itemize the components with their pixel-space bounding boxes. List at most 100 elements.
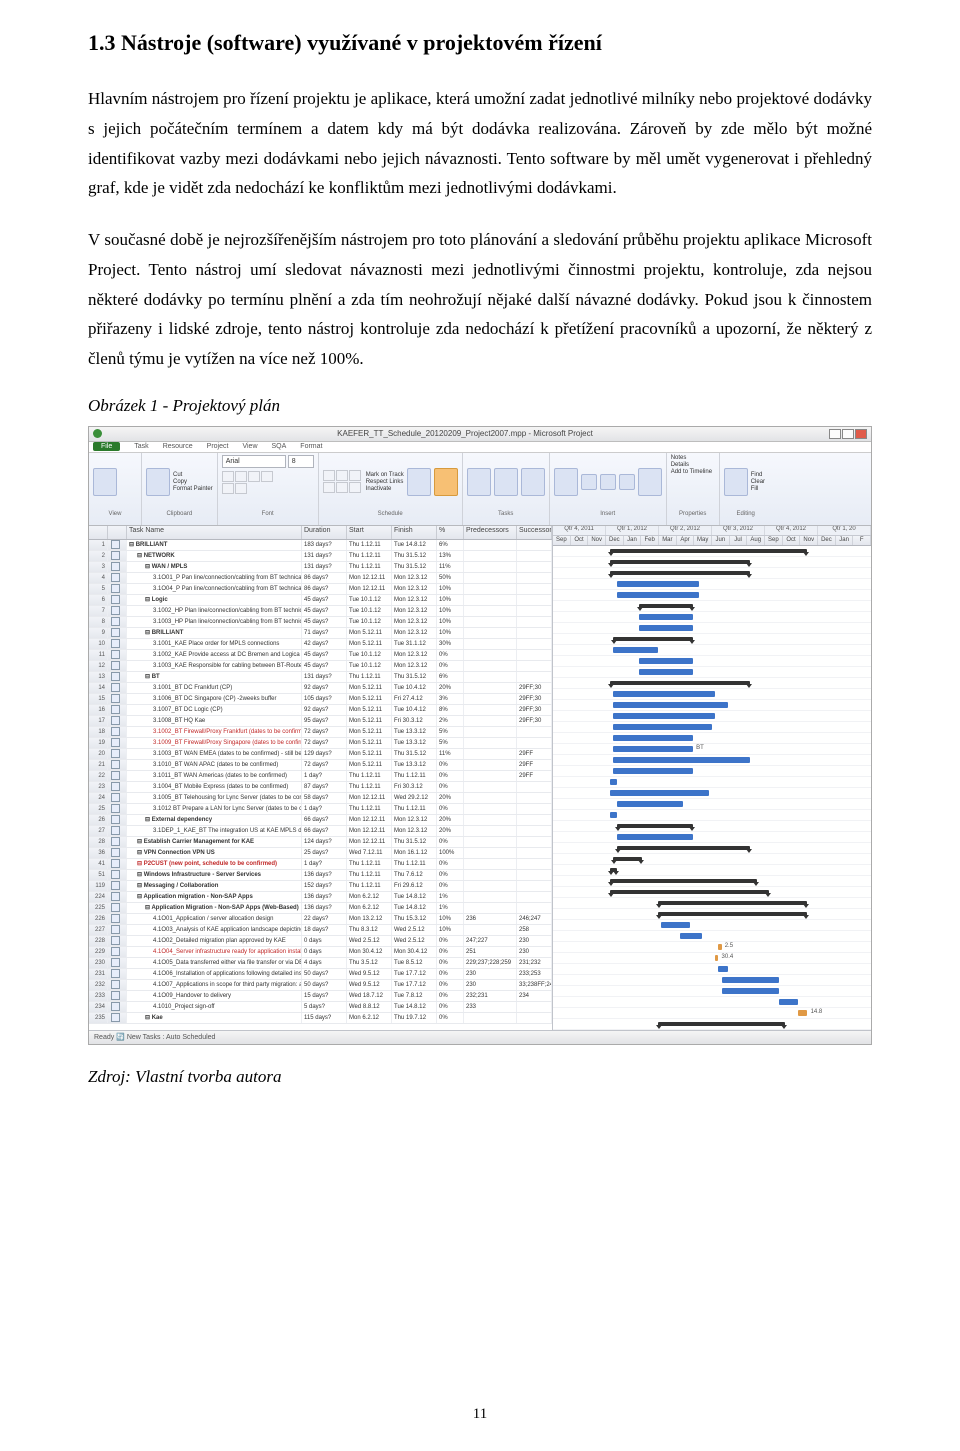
menu-view[interactable]: View [242,443,257,450]
menu-task[interactable]: Task [134,443,148,450]
table-row[interactable]: 2⊟ NETWORK131 days?Thu 1.12.11Thu 31.5.1… [89,551,552,562]
gantt-bar[interactable] [613,647,658,653]
table-row[interactable]: 2334.1O09_Handover to delivery15 days?We… [89,991,552,1002]
gantt-bar[interactable] [613,713,715,719]
gantt-bar[interactable] [610,812,616,818]
menu-project[interactable]: Project [207,443,229,450]
table-row[interactable]: 26⊟ External dependency66 days?Mon 12.12… [89,815,552,826]
table-row[interactable]: 193.1009_BT Firewall/Proxy Singapore (da… [89,738,552,749]
gantt-bar[interactable] [722,988,779,994]
gantt-bar[interactable] [610,790,709,796]
table-row[interactable]: 163.1007_BT DC Logic (CP)92 days?Mon 5.1… [89,705,552,716]
table-row[interactable]: 51⊟ Windows Infrastructure - Server Serv… [89,870,552,881]
table-row[interactable]: 224⊟ Application migration - Non-SAP App… [89,892,552,903]
gantt-bar[interactable] [610,571,750,575]
find-button[interactable]: Find [751,472,765,478]
table-row[interactable]: 203.1003_BT WAN EMEA (dates to be confir… [89,749,552,760]
gantt-bar[interactable] [639,625,693,631]
task-grid[interactable]: Task Name Duration Start Finish % Predec… [89,526,553,1030]
table-row[interactable]: 36⊟ VPN Connection VPN US25 days?Wed 7.1… [89,848,552,859]
gantt-bar[interactable] [715,955,718,961]
gantt-bar[interactable] [617,846,751,850]
inactivate-button[interactable]: Inactivate [366,486,404,492]
task-insert-icon[interactable] [554,468,578,496]
gantt-bar[interactable] [613,857,642,861]
table-row[interactable]: 43.1O01_P Pan line/connection/cabling fr… [89,573,552,584]
col-duration[interactable]: Duration [302,526,347,539]
copy-button[interactable]: Copy [173,479,213,485]
menu-file[interactable]: File [93,442,120,451]
table-row[interactable]: 6⊟ Logic45 days?Tue 10.1.12Mon 12.3.1210… [89,595,552,606]
gantt-bar[interactable] [613,724,712,730]
gantt-bar[interactable] [610,868,616,872]
table-row[interactable]: 13⊟ BT131 days?Thu 1.12.11Thu 31.5.126% [89,672,552,683]
table-row[interactable]: 223.1011_BT WAN Americas (dates to be co… [89,771,552,782]
table-row[interactable]: 123.1003_KAE Responsible for cabling bet… [89,661,552,672]
auto-schedule-icon[interactable] [434,468,458,496]
respect-links-button[interactable]: Respect Links [366,479,404,485]
gantt-bar[interactable] [718,944,721,950]
col-finish[interactable]: Finish [392,526,437,539]
table-row[interactable]: 3⊟ WAN / MPLS131 days?Thu 1.12.11Thu 31.… [89,562,552,573]
gantt-bar[interactable] [613,768,693,774]
gantt-bar[interactable] [610,890,769,894]
gantt-bar[interactable] [610,549,807,553]
table-row[interactable]: 2294.1O04_Server infrastructure ready fo… [89,947,552,958]
minimize-button[interactable] [829,429,841,439]
table-row[interactable]: 1⊟ BRILLIANT183 days?Thu 1.12.11Tue 14.8… [89,540,552,551]
menu-resource[interactable]: Resource [163,443,193,450]
col-task-name[interactable]: Task Name [127,526,302,539]
table-row[interactable]: 73.1002_HP Plan line/connection/cabling … [89,606,552,617]
gantt-bar[interactable] [613,735,693,741]
menu-format[interactable]: Format [300,443,322,450]
gantt-bar[interactable] [613,691,715,697]
summary-icon[interactable] [581,474,597,490]
font-size-dropdown[interactable]: 8 [288,455,314,468]
gantt-bar[interactable] [613,637,693,641]
mark-on-track-button[interactable]: Mark on Track [366,472,404,478]
gantt-bar[interactable] [613,702,727,708]
table-row[interactable]: 2274.1O03_Analysis of KAE application la… [89,925,552,936]
format-painter-button[interactable]: Format Painter [173,486,213,492]
table-row[interactable]: 9⊟ BRILLIANT71 days?Mon 5.12.11Mon 12.3.… [89,628,552,639]
gantt-bar[interactable] [610,779,616,785]
deliverable-icon[interactable] [619,474,635,490]
table-row[interactable]: 83.1003_HP Plan line/connection/cabling … [89,617,552,628]
gantt-bar[interactable] [722,977,779,983]
font-name-dropdown[interactable]: Arial [222,455,286,468]
gantt-bar[interactable] [610,879,756,883]
menu-sqa[interactable]: SQA [272,443,287,450]
gantt-bar[interactable] [658,912,807,916]
table-row[interactable]: 173.1008_BT HQ Kae95 days?Mon 5.12.11Fri… [89,716,552,727]
col-start[interactable]: Start [347,526,392,539]
table-row[interactable]: 2304.1O05_Data transferred either via fi… [89,958,552,969]
milestone-icon[interactable] [600,474,616,490]
information-icon[interactable] [638,468,662,496]
gantt-bar[interactable] [680,933,702,939]
cut-button[interactable]: Cut [173,472,213,478]
gantt-bar[interactable] [613,757,750,763]
font-style-buttons[interactable] [222,471,284,494]
gantt-bar[interactable] [610,681,750,685]
table-row[interactable]: 225⊟ Application Migration - Non-SAP App… [89,903,552,914]
table-row[interactable]: 235⊟ Kae115 days?Mon 6.2.12Thu 19.7.120% [89,1013,552,1024]
add-timeline-button[interactable]: Add to Timeline [671,469,712,475]
col-predecessors[interactable]: Predecessors [464,526,517,539]
table-row[interactable]: 119⊟ Messaging / Collaboration152 days?T… [89,881,552,892]
table-row[interactable]: 2314.1O06_Installation of applications f… [89,969,552,980]
table-row[interactable]: 103.1001_KAE Place order for MPLS connec… [89,639,552,650]
gantt-bar[interactable] [617,834,693,840]
maximize-button[interactable] [842,429,854,439]
gantt-bar[interactable] [798,1010,808,1016]
details-button[interactable]: Details [671,462,689,468]
mode-icon[interactable] [521,468,545,496]
table-row[interactable]: 253.1012 BT Prepare a LAN for Lync Serve… [89,804,552,815]
gantt-bar[interactable] [658,901,807,905]
gantt-bar[interactable] [639,614,693,620]
col-successors[interactable]: Successors [517,526,552,539]
table-row[interactable]: 183.1002_BT Firewall/Proxy Frankfurt (da… [89,727,552,738]
notes-button[interactable]: Notes [671,455,687,461]
table-row[interactable]: 213.1010_BT WAN APAC (dates to be confir… [89,760,552,771]
gantt-bar[interactable] [779,999,798,1005]
table-row[interactable]: 243.1005_BT Telehousing for Lync Server … [89,793,552,804]
